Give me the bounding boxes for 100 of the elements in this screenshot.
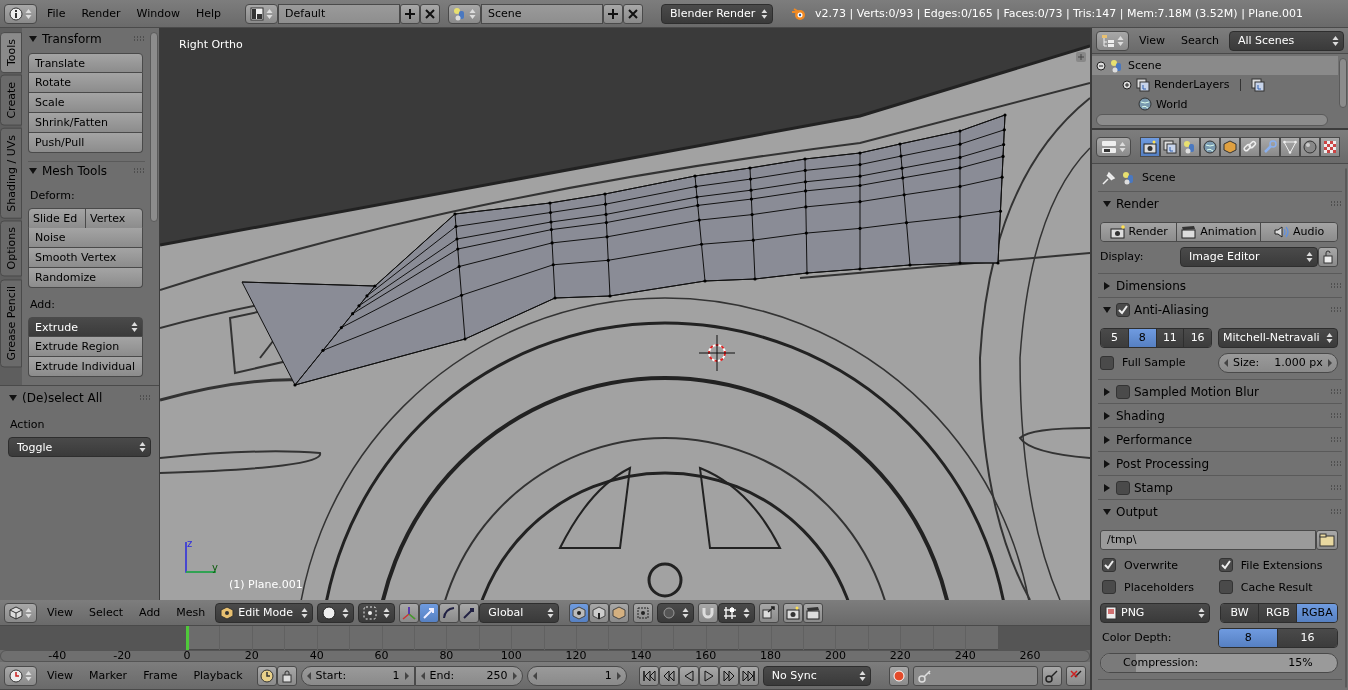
context-tab[interactable] (1140, 136, 1160, 157)
select-mode-button[interactable] (569, 602, 590, 623)
panel-title[interactable]: Performance (1116, 432, 1193, 447)
editor-type-button[interactable] (4, 602, 37, 623)
lock-button[interactable] (1317, 246, 1338, 267)
select-mode-button[interactable] (589, 602, 610, 623)
keyframe-button[interactable] (256, 665, 277, 686)
tool-button[interactable]: Scale (28, 93, 143, 114)
menu-item[interactable]: Select (83, 604, 130, 621)
color-mode-button[interactable]: RGBA (1297, 603, 1337, 622)
start-frame-field[interactable]: Start: 1 (300, 665, 415, 686)
filter-dropdown[interactable]: Mitchell-Netravali (1218, 327, 1338, 348)
tool-button[interactable]: Noise (28, 228, 143, 248)
panel-title[interactable]: (De)select All (22, 391, 103, 405)
tab[interactable]: Create (0, 75, 22, 126)
current-frame-field[interactable]: 1 (526, 665, 627, 686)
context-tab[interactable] (1280, 136, 1300, 157)
tool-dropdown[interactable]: Extrude (28, 317, 143, 337)
playback-button[interactable] (678, 665, 699, 686)
display-filter-dropdown[interactable]: All Scenes (1228, 30, 1344, 51)
sample-count-button[interactable]: 16 (1184, 328, 1211, 347)
tab[interactable]: Shading / UVs (0, 127, 22, 219)
mode-dropdown[interactable]: Edit Mode (215, 602, 314, 623)
scrollbar[interactable] (1339, 58, 1347, 108)
tree-item[interactable]: RenderLayers (1092, 75, 1338, 95)
context-tab[interactable] (1160, 136, 1180, 157)
snap-toggle-button[interactable] (698, 602, 719, 623)
tab[interactable]: Tools (0, 32, 22, 74)
render-engine-dropdown[interactable]: Blender Render (661, 3, 774, 24)
playback-button[interactable] (658, 665, 679, 686)
pivot-dropdown[interactable] (358, 602, 396, 623)
tool-button[interactable]: Randomize (28, 268, 143, 288)
orientation-dropdown[interactable]: Global (479, 602, 560, 623)
context-tab[interactable] (1260, 136, 1280, 157)
display-dropdown[interactable]: Image Editor (1180, 246, 1318, 267)
snap-dropdown[interactable] (718, 602, 756, 623)
occlusion-button[interactable] (633, 602, 654, 623)
tab[interactable]: Grease Pencil (0, 278, 22, 368)
color-depth-button[interactable]: 8 (1219, 628, 1279, 647)
size-field[interactable]: Size: 1.000 px (1218, 352, 1338, 373)
add-button[interactable] (603, 3, 624, 24)
panel-title[interactable]: Anti-Aliasing (1134, 302, 1209, 317)
context-tab[interactable] (1220, 136, 1240, 157)
browse-button[interactable] (1315, 529, 1338, 550)
panel-title[interactable]: Output (1116, 504, 1158, 519)
color-depth-button[interactable]: 16 (1278, 628, 1337, 647)
select-mode-button[interactable] (609, 602, 630, 623)
editor-type-button[interactable] (1096, 136, 1131, 157)
context-tab[interactable] (1180, 136, 1200, 157)
playback-button[interactable] (738, 665, 759, 686)
menu-item[interactable]: Help (189, 5, 228, 22)
panel-title[interactable]: Post Processing (1116, 456, 1209, 471)
menu-item[interactable]: View (1133, 32, 1172, 49)
copy-button[interactable] (759, 602, 780, 623)
checkbox[interactable] (1102, 558, 1116, 572)
tool-button[interactable]: Shrink/Fatten (28, 113, 143, 134)
tool-button[interactable]: Extrude Individual (28, 357, 143, 377)
manipulator-button[interactable] (439, 602, 460, 623)
editor-type-button[interactable] (4, 3, 37, 24)
render-action-button[interactable]: Animation (1177, 222, 1262, 241)
remove-button[interactable] (623, 3, 644, 24)
tool-button[interactable]: Vertex (86, 209, 142, 228)
tree-item[interactable]: World (1092, 94, 1338, 114)
end-frame-field[interactable]: End: 250 (414, 665, 523, 686)
tool-button[interactable]: Smooth Vertex (28, 248, 143, 268)
checkbox[interactable] (1116, 480, 1130, 495)
timeline-scrollbar[interactable] (0, 650, 1090, 662)
tool-button[interactable]: Rotate (28, 73, 143, 94)
render-action-button[interactable]: Audio (1261, 222, 1337, 241)
layout-selector-button[interactable] (245, 3, 279, 24)
scrollbar[interactable] (150, 32, 158, 222)
remove-button[interactable] (420, 3, 441, 24)
checkbox[interactable] (1102, 580, 1116, 594)
sample-count-button[interactable]: 8 (1128, 328, 1157, 347)
panel-title[interactable]: Render (1116, 196, 1159, 211)
compression-slider[interactable]: Compression: 15% (1100, 652, 1338, 673)
panel-title[interactable]: Stamp (1134, 480, 1173, 495)
record-button[interactable] (888, 665, 909, 686)
shading-dropdown[interactable] (317, 602, 355, 623)
lock-button[interactable] (276, 665, 297, 686)
menu-item[interactable]: View (41, 604, 80, 621)
playback-button[interactable] (638, 665, 659, 686)
checkbox[interactable] (1218, 558, 1233, 572)
menu-item[interactable]: File (41, 5, 72, 22)
checkbox[interactable] (1116, 384, 1130, 399)
render-animation-button[interactable] (803, 602, 824, 623)
menu-item[interactable]: Frame (137, 667, 184, 684)
panel-title[interactable]: Transform (42, 31, 102, 46)
mesh-drawing[interactable] (241, 113, 1007, 387)
manipulator-button[interactable] (399, 602, 420, 623)
menu-item[interactable]: Playback (187, 667, 249, 684)
proportional-dropdown[interactable] (657, 602, 695, 623)
menu-item[interactable]: Search (1175, 32, 1225, 49)
sync-dropdown[interactable]: No Sync (762, 665, 871, 686)
manipulator-button[interactable] (459, 602, 480, 623)
panel-title[interactable]: Sampled Motion Blur (1134, 384, 1260, 399)
action-dropdown[interactable]: Toggle (8, 437, 151, 457)
checkbox[interactable] (1116, 302, 1130, 317)
tool-button[interactable]: Extrude Region (28, 337, 143, 357)
panel-title[interactable]: Dimensions (1116, 278, 1187, 293)
